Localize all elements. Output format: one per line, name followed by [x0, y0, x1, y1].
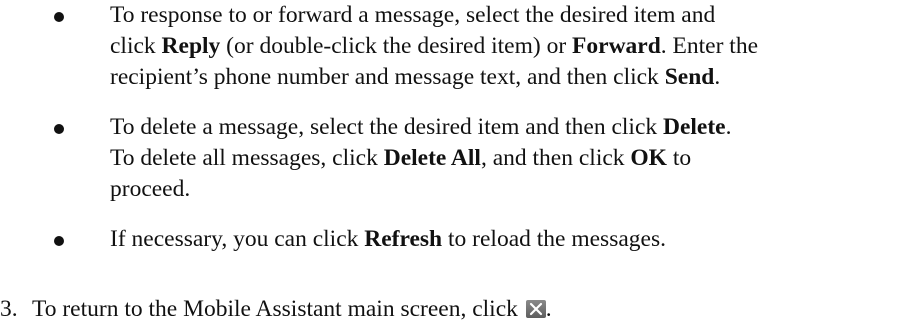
text-run: click: [110, 33, 162, 59]
document-page: To response to or forward a message, sel…: [0, 0, 904, 329]
text-run: . Enter the: [660, 33, 759, 59]
text-run: .: [545, 296, 552, 322]
text-run: To delete a message, select the desired …: [110, 114, 663, 140]
text-run: To return to the Mobile Assistant main s…: [32, 296, 524, 322]
bold-term-delete: Delete: [663, 114, 726, 140]
text-line: To delete all messages, click Delete All…: [110, 143, 890, 174]
text-run: proceed.: [110, 176, 191, 202]
close-icon: [525, 300, 546, 318]
text-line: proceed.: [110, 174, 890, 205]
text-run: to: [666, 145, 692, 171]
step-text: To return to the Mobile Assistant main s…: [32, 294, 552, 325]
step-number: 3.: [0, 296, 18, 322]
bullet-text: To response to or forward a message, sel…: [110, 0, 890, 93]
text-run: .: [714, 64, 721, 90]
text-run: recipient’s phone number and message tex…: [110, 64, 665, 90]
bullet-text: To delete a message, select the desired …: [110, 112, 890, 205]
text-run: to reload the messages.: [442, 226, 666, 252]
text-line: To delete a message, select the desired …: [110, 112, 890, 143]
bold-term-delete-all: Delete All: [383, 145, 481, 171]
text-run: To delete all messages, click: [110, 145, 384, 171]
text-run: .: [725, 114, 732, 140]
text-line: If necessary, you can click Refresh to r…: [110, 224, 890, 255]
bold-term-send: Send: [664, 64, 715, 90]
bold-term-reply: Reply: [161, 33, 221, 59]
bullet-text: If necessary, you can click Refresh to r…: [110, 224, 890, 255]
text-line: To response to or forward a message, sel…: [110, 0, 890, 31]
text-run: , and then click: [480, 145, 631, 171]
bold-term-forward: Forward: [572, 33, 661, 59]
bullet-dot: [54, 236, 64, 246]
text-run: (or double-click the desired item) or: [220, 33, 573, 59]
bold-term-ok: OK: [630, 145, 667, 171]
bold-term-refresh: Refresh: [364, 226, 443, 252]
text-run: To response to or forward a message, sel…: [110, 2, 716, 28]
bullet-dot: [54, 124, 64, 134]
text-line: click Reply (or double-click the desired…: [110, 31, 890, 62]
text-run: If necessary, you can click: [110, 226, 365, 252]
bullet-dot: [54, 12, 64, 22]
text-line: recipient’s phone number and message tex…: [110, 62, 890, 93]
